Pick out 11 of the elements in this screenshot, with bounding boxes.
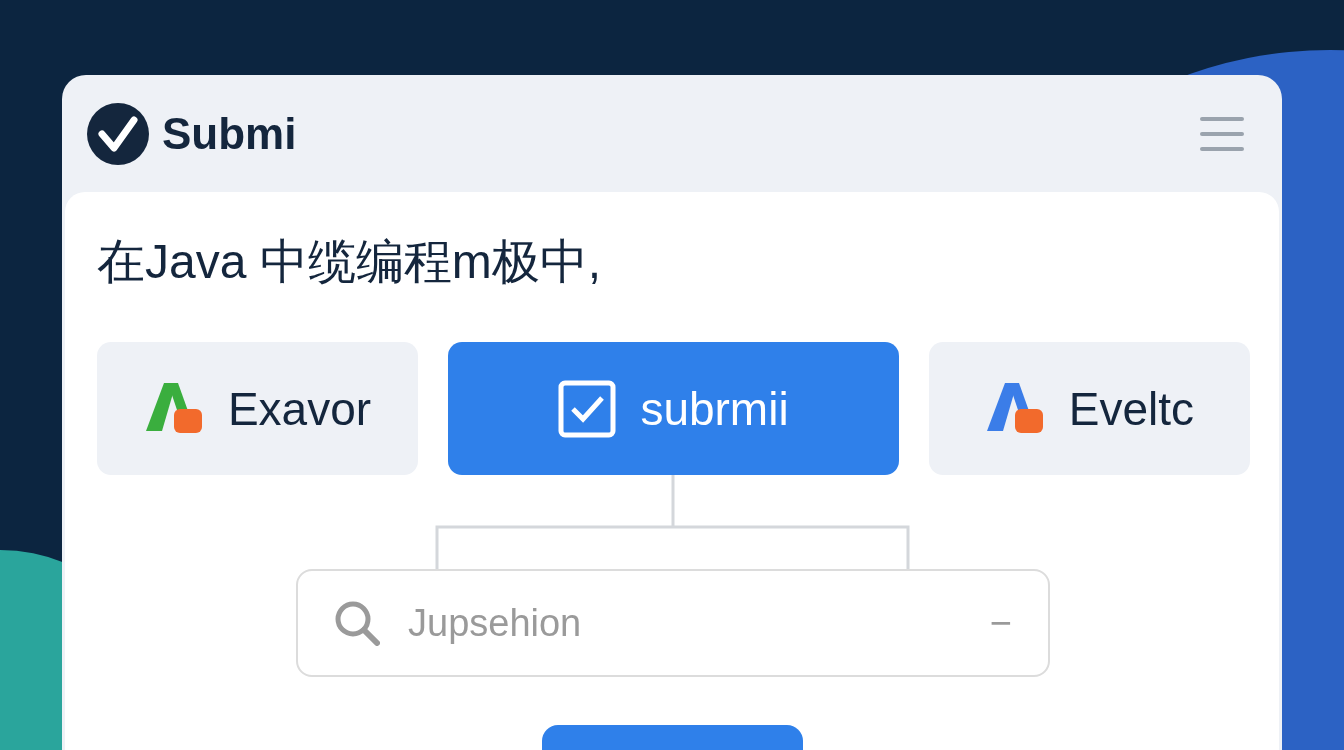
app-brand: Submi — [162, 108, 297, 159]
option-tile[interactable]: subrmii — [448, 342, 899, 475]
search-field[interactable]: Jupsehion − — [296, 569, 1050, 677]
minus-button[interactable]: − — [989, 601, 1012, 645]
menu-icon[interactable] — [1200, 115, 1244, 152]
option-tile[interactable]: Eveltc — [929, 342, 1250, 475]
search-icon — [334, 600, 380, 646]
option-tile[interactable]: Exavor — [97, 342, 418, 475]
intro-text: 在Java 中缆编程m极中, — [97, 234, 603, 290]
checkbox-icon — [558, 379, 617, 438]
check-logo-icon — [86, 101, 150, 166]
